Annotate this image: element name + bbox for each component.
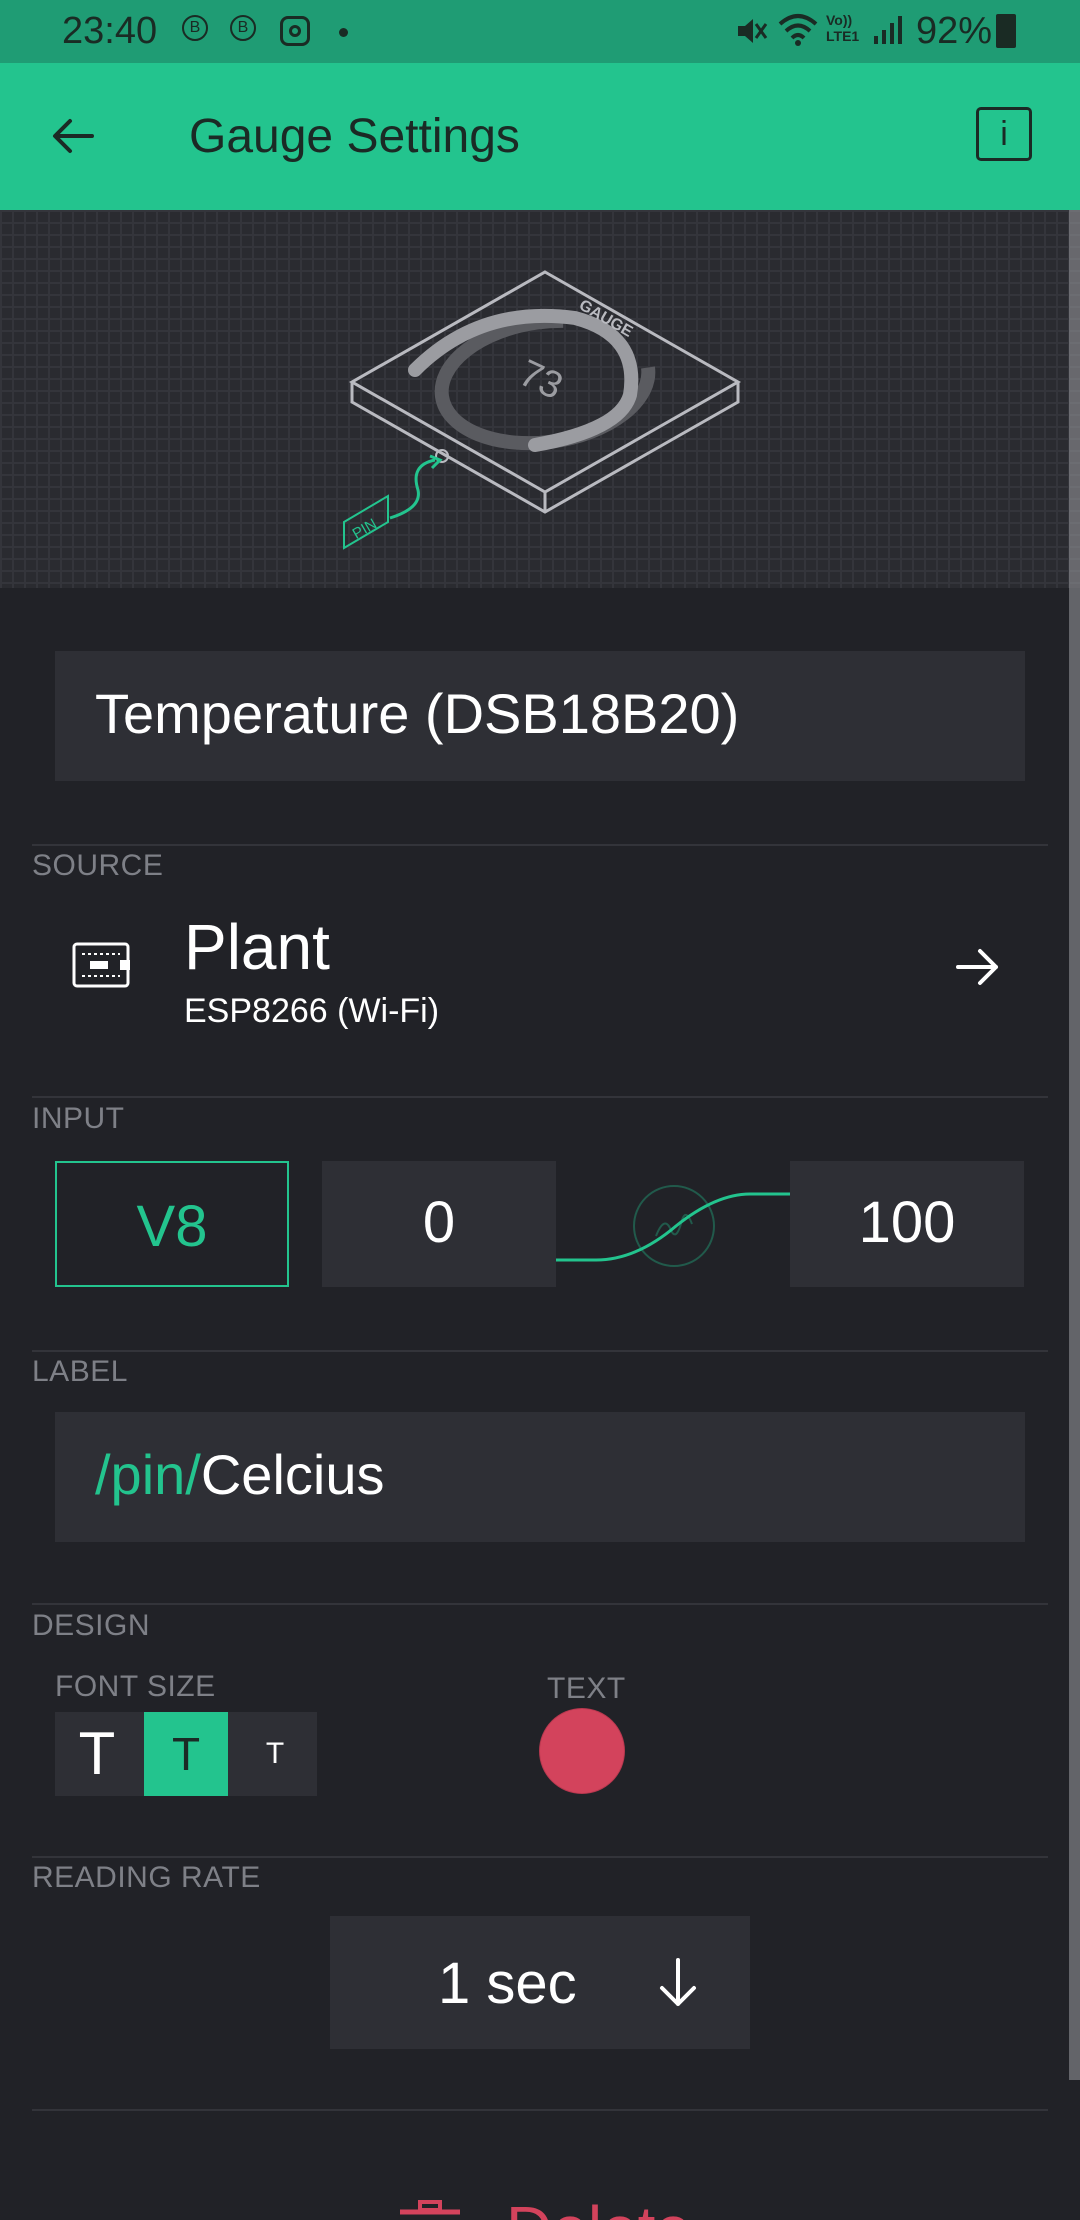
page-title: Gauge Settings <box>189 110 520 163</box>
font-size-selector: T T T <box>55 1712 317 1796</box>
font-size-large[interactable]: T <box>55 1712 139 1796</box>
divider <box>32 844 1048 846</box>
instagram-icon <box>280 16 310 46</box>
battery-percent: 92% <box>916 10 993 52</box>
status-bar: 23:40 B B Vo)) LTE1 92% <box>0 0 1080 63</box>
reading-rate-dropdown[interactable]: 1 sec <box>330 1916 750 2049</box>
label-field[interactable]: /pin/Celcius <box>55 1412 1025 1542</box>
section-title-label: LABEL <box>32 1355 128 1388</box>
reading-rate-value: 1 sec <box>438 1951 577 2016</box>
dot-icon <box>339 28 348 37</box>
gauge-value-text: 73 <box>513 352 569 408</box>
status-time: 23:40 <box>62 10 158 52</box>
font-size-small[interactable]: T <box>233 1712 317 1796</box>
max-value: 100 <box>858 1190 956 1255</box>
widget-name-field[interactable]: Temperature (DSB18B20) <box>55 651 1025 781</box>
divider <box>32 1096 1048 1098</box>
arrow-down-icon <box>660 1958 696 2006</box>
widget-preview: 73 GAUGE PIN <box>0 210 1080 588</box>
min-value: 0 <box>422 1190 456 1255</box>
b-circle-icon: B <box>230 15 256 41</box>
device-type: ESP8266 (Wi-Fi) <box>184 992 440 1030</box>
gauge-illustration: 73 GAUGE PIN <box>343 270 742 550</box>
pin-selector[interactable]: V8 <box>55 1161 289 1287</box>
min-value-field[interactable]: 0 <box>322 1161 556 1287</box>
font-size-label: FONT SIZE <box>55 1670 216 1703</box>
section-title-reading-rate: READING RATE <box>32 1861 261 1894</box>
device-icon <box>72 942 130 988</box>
battery-icon <box>996 14 1016 48</box>
pin-label-text: PIN <box>350 515 380 542</box>
info-button[interactable]: i <box>976 107 1032 161</box>
divider <box>32 1350 1048 1352</box>
font-size-medium[interactable]: T <box>144 1712 228 1796</box>
mapping-curve-icon[interactable] <box>556 1176 790 1276</box>
arrow-right-icon[interactable] <box>956 946 1000 988</box>
text-color-label: TEXT <box>547 1672 626 1705</box>
scrollbar[interactable] <box>1069 210 1080 2080</box>
delete-label: Delete <box>506 2192 690 2220</box>
b-circle-icon: B <box>182 15 208 41</box>
delete-button[interactable]: Delete <box>390 2192 690 2220</box>
label-text: Celcius <box>200 1443 385 1506</box>
widget-name-value: Temperature (DSB18B20) <box>95 682 740 745</box>
divider <box>32 2109 1048 2111</box>
device-name: Plant <box>184 911 330 983</box>
signal-icon <box>874 16 902 44</box>
section-title-design: DESIGN <box>32 1609 151 1642</box>
volte-icon: Vo)) LTE1 <box>826 12 860 44</box>
label-value: /pin/Celcius <box>95 1442 384 1507</box>
divider <box>32 1856 1048 1858</box>
section-title-source: SOURCE <box>32 849 164 882</box>
section-title-input: INPUT <box>32 1102 125 1135</box>
pin-value: V8 <box>136 1194 208 1259</box>
wifi-icon <box>778 14 818 46</box>
max-value-field[interactable]: 100 <box>790 1161 1024 1287</box>
app-bar: Gauge Settings i <box>0 63 1080 210</box>
back-arrow-icon[interactable] <box>50 113 96 159</box>
source-device-row[interactable]: Plant ESP8266 (Wi-Fi) <box>32 890 1048 1040</box>
label-prefix: /pin/ <box>95 1443 201 1506</box>
mute-icon <box>738 19 768 43</box>
divider <box>32 1603 1048 1605</box>
text-color-swatch[interactable] <box>540 1709 624 1793</box>
trash-icon <box>400 2200 460 2215</box>
